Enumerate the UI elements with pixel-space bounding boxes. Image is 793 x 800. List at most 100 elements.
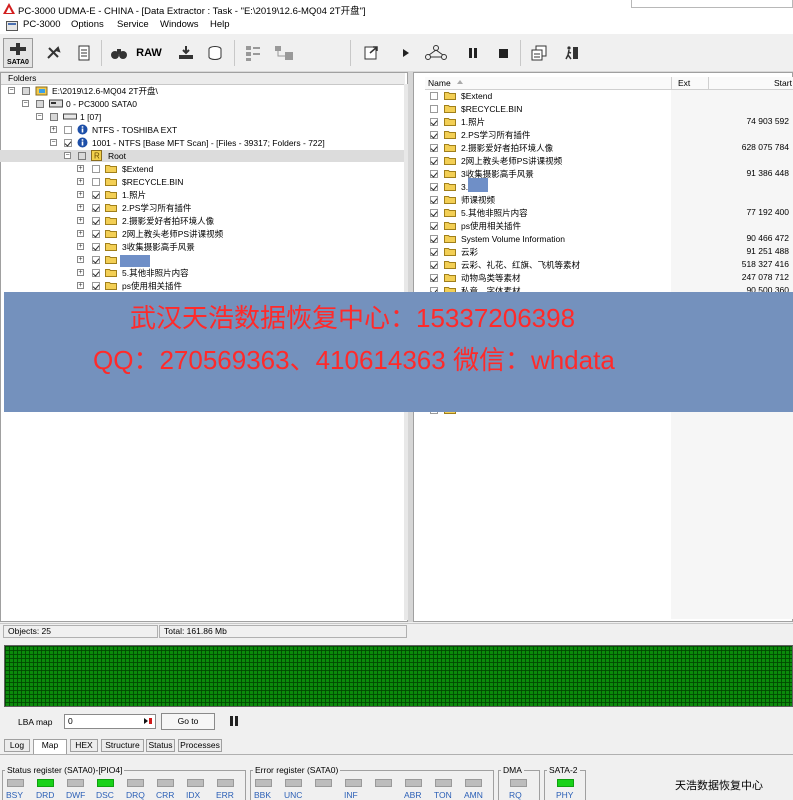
app-menu-icon[interactable]	[6, 20, 18, 32]
tri-state-checkbox[interactable]	[36, 100, 44, 108]
checkbox[interactable]	[64, 139, 72, 147]
expand-toggle[interactable]: +	[77, 178, 84, 185]
expand-toggle[interactable]: +	[77, 165, 84, 172]
title-dropdown[interactable]	[631, 0, 793, 8]
tree-row-folder[interactable]: +5.其他非照片内容	[0, 267, 404, 279]
file-row[interactable]: 动物鸟类等素材 247 078 712	[430, 272, 793, 284]
tree-row-device[interactable]: − 0 - PC3000 SATA0	[0, 98, 404, 110]
tab-status[interactable]: Status	[146, 739, 175, 752]
tree-row-task[interactable]: − E:\2019\12.6-MQ04 2T开盘\	[0, 85, 404, 97]
column-separator[interactable]	[671, 77, 672, 89]
tri-state-checkbox[interactable]	[50, 113, 58, 121]
menu-options[interactable]: Options	[71, 19, 104, 30]
expand-toggle[interactable]: +	[77, 230, 84, 237]
expand-toggle[interactable]: +	[77, 191, 84, 198]
sata0-button[interactable]: SATA0	[3, 38, 33, 68]
tree-row-root[interactable]: − R Root	[0, 150, 404, 162]
network-button[interactable]	[422, 40, 450, 66]
checkbox[interactable]	[92, 230, 100, 238]
lba-pause-icon[interactable]	[229, 715, 239, 727]
checkbox[interactable]	[430, 92, 438, 100]
file-row[interactable]: 云彩、礼花、红旗、飞机等素材 518 327 416	[430, 259, 793, 271]
lba-map-grid[interactable]	[4, 645, 793, 707]
expand-toggle[interactable]: +	[50, 126, 57, 133]
disk-button[interactable]	[174, 40, 198, 66]
checkbox[interactable]	[92, 243, 100, 251]
list-disabled-button[interactable]	[241, 40, 265, 66]
checkbox[interactable]	[92, 204, 100, 212]
checkbox[interactable]	[430, 222, 438, 230]
tree-row-folder[interactable]: +3收集摄影高手风景	[0, 241, 404, 253]
file-row[interactable]: 2.摄影爱好者拍环境人像 628 075 784	[430, 142, 793, 154]
checkbox[interactable]	[92, 256, 100, 264]
tab-log[interactable]: Log	[4, 739, 30, 752]
collapse-toggle[interactable]: −	[36, 113, 43, 120]
checkbox[interactable]	[92, 269, 100, 277]
collapse-toggle[interactable]: −	[64, 152, 71, 159]
checkbox[interactable]	[92, 217, 100, 225]
file-row[interactable]: ps使用相关插件	[430, 220, 793, 232]
expand-toggle[interactable]: +	[77, 282, 84, 289]
pause-button[interactable]	[465, 40, 481, 66]
checkbox[interactable]	[92, 165, 100, 173]
collapse-toggle[interactable]: −	[8, 87, 15, 94]
collapse-toggle[interactable]: −	[22, 100, 29, 107]
file-row[interactable]: 5.其他非照片内容 77 192 400	[430, 207, 793, 219]
windows-button[interactable]	[528, 40, 550, 66]
checkbox[interactable]	[430, 144, 438, 152]
tab-map[interactable]: Map	[33, 739, 67, 754]
menu-help[interactable]: Help	[210, 19, 230, 30]
tab-processes[interactable]: Processes	[178, 739, 222, 752]
tri-state-checkbox[interactable]	[22, 87, 30, 95]
goto-button[interactable]: Go to	[161, 713, 215, 730]
tree-row-folder[interactable]: +2.PS学习所有插件	[0, 202, 404, 214]
tab-hex[interactable]: HEX	[70, 739, 98, 752]
checkbox[interactable]	[430, 274, 438, 282]
tree-disabled-button[interactable]	[270, 40, 298, 66]
tree-row-folder[interactable]: + ps使用相关插件	[0, 280, 404, 292]
column-header-start[interactable]: Start	[774, 78, 792, 88]
tree-row-folder[interactable]: + $Extend	[0, 163, 404, 175]
collapse-toggle[interactable]: −	[50, 139, 57, 146]
file-row[interactable]: 2.PS学习所有插件	[430, 129, 793, 141]
checkbox[interactable]	[430, 248, 438, 256]
checkbox[interactable]	[430, 261, 438, 269]
tree-row-folder[interactable]: +2.摄影爱好者拍环境人像	[0, 215, 404, 227]
menu-windows[interactable]: Windows	[160, 19, 199, 30]
file-row[interactable]: System Volume Information 90 466 472	[430, 233, 793, 245]
menu-pc3000[interactable]: PC-3000	[23, 19, 61, 30]
column-header-ext[interactable]: Ext	[678, 78, 690, 88]
tools-button[interactable]	[42, 40, 64, 66]
tree-row-ntfs-toshiba[interactable]: + NTFS - TOSHIBA EXT	[0, 124, 404, 136]
checkbox[interactable]	[430, 170, 438, 178]
checkbox[interactable]	[430, 209, 438, 217]
exit-button[interactable]	[561, 40, 583, 66]
checkbox[interactable]	[92, 178, 100, 186]
search-button[interactable]	[108, 40, 130, 66]
file-row[interactable]: 云彩 91 251 488	[430, 246, 793, 258]
file-row[interactable]: 师课视频	[430, 194, 793, 206]
checkbox[interactable]	[64, 126, 72, 134]
tri-state-checkbox[interactable]	[78, 152, 86, 160]
tree-row-folder[interactable]: +课视频	[0, 254, 404, 266]
play-button[interactable]	[398, 40, 414, 66]
file-row[interactable]: 1.照片 74 903 592	[430, 116, 793, 128]
lba-spin-icon[interactable]	[144, 718, 152, 724]
checkbox[interactable]	[430, 183, 438, 191]
notes-button[interactable]	[73, 40, 95, 66]
export-button[interactable]	[359, 40, 383, 66]
tree-row-folder[interactable]: + $RECYCLE.BIN	[0, 176, 404, 188]
database-button[interactable]	[203, 40, 227, 66]
tree-row-folder[interactable]: +2网上教头老师PS讲课视频	[0, 228, 404, 240]
stop-button[interactable]	[495, 40, 511, 66]
checkbox[interactable]	[430, 105, 438, 113]
tab-structure[interactable]: Structure	[101, 739, 144, 752]
checkbox[interactable]	[92, 282, 100, 290]
tree-row-ntfs-mft[interactable]: − 1001 - NTFS [Base MFT Scan] - [Files -…	[0, 137, 404, 149]
column-separator[interactable]	[708, 77, 709, 89]
file-row[interactable]: 2网上教头老师PS讲课视频	[430, 155, 793, 167]
checkbox[interactable]	[430, 196, 438, 204]
expand-toggle[interactable]: +	[77, 204, 84, 211]
tree-row-folder[interactable]: +1.照片	[0, 189, 404, 201]
expand-toggle[interactable]: +	[77, 243, 84, 250]
